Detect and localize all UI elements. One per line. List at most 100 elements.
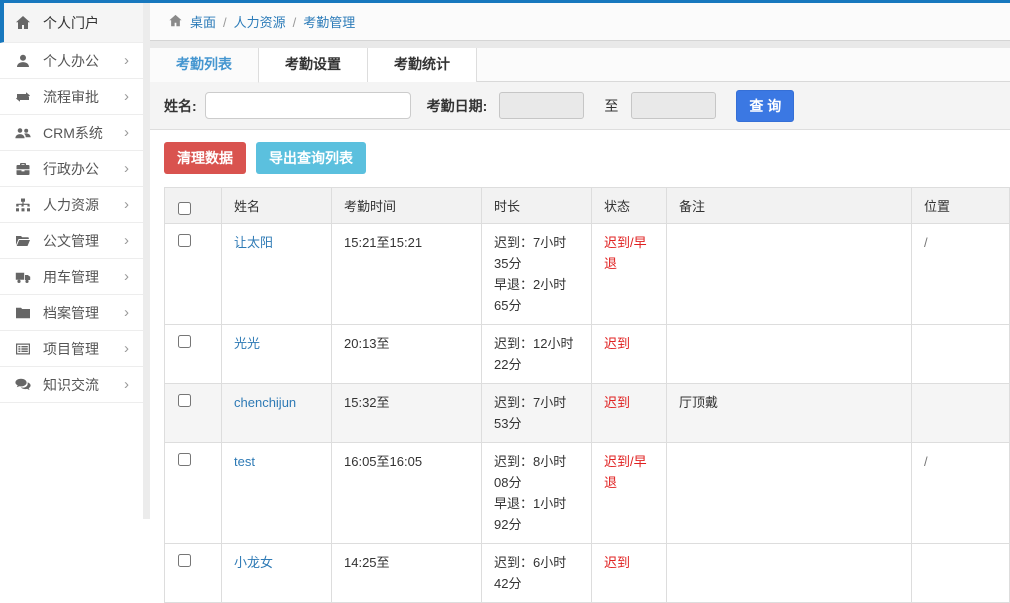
sidebar-item-users[interactable]: CRM系统 › (0, 115, 143, 151)
table-row: test 16:05至16:05 迟到：8小时08分早退：1小时92分 迟到/早… (165, 443, 1010, 544)
chevron-right-icon: › (124, 233, 129, 248)
tab-attendance-stats[interactable]: 考勤统计 (368, 48, 477, 82)
sidebar-item-label: 档案管理 (43, 303, 99, 323)
chevron-right-icon: › (124, 305, 129, 320)
table-header-row: 姓名 考勤时间 时长 状态 备注 位置 (165, 188, 1010, 224)
breadcrumb-link[interactable]: 人力资源 (234, 15, 286, 30)
col-time: 考勤时间 (332, 188, 482, 224)
attendance-time: 15:21至15:21 (332, 224, 482, 325)
sidebar-item-folder-open[interactable]: 公文管理 › (0, 223, 143, 259)
remark (667, 325, 912, 384)
duration-line: 早退：1小时92分 (494, 493, 579, 535)
employee-name-link[interactable]: 让太阳 (234, 235, 273, 250)
home-icon (168, 12, 190, 31)
duration: 迟到：12小时22分 (482, 325, 592, 384)
sidebar-scrollbar[interactable] (143, 3, 150, 519)
location: / (912, 224, 1010, 325)
col-duration: 时长 (482, 188, 592, 224)
tab-bar: 考勤列表考勤设置考勤统计 (150, 48, 1010, 82)
sidebar-item-home[interactable]: 个人门户 (0, 3, 143, 43)
sidebar-item-label: 个人门户 (43, 13, 99, 33)
sidebar-item-folder[interactable]: 档案管理 › (0, 295, 143, 331)
sidebar-item-label: 流程审批 (43, 87, 99, 107)
employee-name-link[interactable]: 光光 (234, 336, 260, 351)
employee-name-link[interactable]: 小龙女 (234, 555, 273, 570)
search-button[interactable]: 查 询 (736, 90, 794, 122)
duration-line: 迟到：12小时22分 (494, 333, 579, 375)
sidebar: 个人门户 个人办公 › 流程审批 › CRM系统 › 行政办公 › 人力资源 ›… (0, 3, 150, 519)
sidebar-item-retweet[interactable]: 流程审批 › (0, 79, 143, 115)
status-text: 迟到/早退 (604, 235, 647, 271)
table-row: 光光 20:13至 迟到：12小时22分 迟到 (165, 325, 1010, 384)
select-all-checkbox[interactable] (178, 202, 191, 215)
name-input[interactable] (205, 92, 411, 119)
date-to-separator: 至 (604, 96, 618, 116)
status-text: 迟到 (604, 336, 630, 351)
sidebar-item-label: 项目管理 (43, 339, 99, 359)
sidebar-item-label: 知识交流 (43, 375, 99, 395)
sidebar-item-truck[interactable]: 用车管理 › (0, 259, 143, 295)
main-area: 桌面 / 人力资源 / 考勤管理 考勤列表考勤设置考勤统计 姓名: 考勤日期: 至 查 … (150, 3, 1010, 519)
duration-line: 迟到：7小时35分 (494, 232, 579, 274)
list-icon (15, 341, 32, 357)
row-checkbox[interactable] (178, 554, 191, 567)
breadcrumb-separator: / (223, 15, 227, 30)
attendance-time: 14:25至 (332, 544, 482, 603)
sidebar-item-comments[interactable]: 知识交流 › (0, 367, 143, 403)
duration: 迟到：7小时53分 (482, 384, 592, 443)
date-to-input[interactable] (631, 92, 716, 119)
attendance-time: 20:13至 (332, 325, 482, 384)
table-row: chenchijun 15:32至 迟到：7小时53分 迟到 厅顶戴 (165, 384, 1010, 443)
breadcrumb-link[interactable]: 考勤管理 (303, 15, 355, 30)
employee-name-link[interactable]: chenchijun (234, 395, 296, 410)
briefcase-icon (15, 161, 32, 177)
chevron-right-icon: › (124, 161, 129, 176)
date-from-input[interactable] (499, 92, 584, 119)
duration-line: 迟到：6小时42分 (494, 552, 579, 594)
duration: 迟到：7小时35分早退：2小时65分 (482, 224, 592, 325)
sidebar-item-user[interactable]: 个人办公 › (0, 43, 143, 79)
sidebar-item-label: CRM系统 (43, 123, 103, 143)
row-checkbox[interactable] (178, 234, 191, 247)
row-checkbox[interactable] (178, 335, 191, 348)
col-status: 状态 (592, 188, 667, 224)
table-row: 小龙女 14:25至 迟到：6小时42分 迟到 (165, 544, 1010, 603)
retweet-icon (15, 89, 32, 105)
chevron-right-icon: › (124, 197, 129, 212)
comments-icon (15, 377, 32, 393)
sidebar-item-label: 个人办公 (43, 51, 99, 71)
folder-icon (15, 305, 32, 321)
row-checkbox[interactable] (178, 453, 191, 466)
sidebar-item-label: 行政办公 (43, 159, 99, 179)
sidebar-item-label: 用车管理 (43, 267, 99, 287)
attendance-time: 16:05至16:05 (332, 443, 482, 544)
row-checkbox[interactable] (178, 394, 191, 407)
status-text: 迟到 (604, 395, 630, 410)
truck-icon (15, 269, 32, 285)
status-text: 迟到/早退 (604, 454, 647, 490)
name-label: 姓名: (164, 96, 197, 116)
remark: 厅顶戴 (667, 384, 912, 443)
attendance-table: 姓名 考勤时间 时长 状态 备注 位置 让太阳 15:21至15:21 迟到：7… (164, 187, 1010, 603)
chevron-right-icon: › (124, 341, 129, 356)
sidebar-item-sitemap[interactable]: 人力资源 › (0, 187, 143, 223)
chevron-right-icon: › (124, 269, 129, 284)
sidebar-item-list[interactable]: 项目管理 › (0, 331, 143, 367)
status-text: 迟到 (604, 555, 630, 570)
attendance-table-wrap: 姓名 考勤时间 时长 状态 备注 位置 让太阳 15:21至15:21 迟到：7… (164, 187, 1010, 603)
breadcrumb: 桌面/人力资源/考勤管理 (150, 3, 1010, 41)
chevron-right-icon: › (124, 125, 129, 140)
sidebar-item-label: 人力资源 (43, 195, 99, 215)
breadcrumb-link[interactable]: 桌面 (190, 15, 216, 30)
tab-attendance-settings[interactable]: 考勤设置 (259, 48, 368, 82)
users-icon (15, 125, 32, 141)
sidebar-item-briefcase[interactable]: 行政办公 › (0, 151, 143, 187)
table-row: 让太阳 15:21至15:21 迟到：7小时35分早退：2小时65分 迟到/早退… (165, 224, 1010, 325)
duration: 迟到：6小时42分 (482, 544, 592, 603)
clear-data-button[interactable]: 清理数据 (164, 142, 246, 174)
employee-name-link[interactable]: test (234, 454, 255, 469)
attendance-date-label: 考勤日期: (427, 96, 488, 116)
export-list-button[interactable]: 导出查询列表 (256, 142, 366, 174)
col-location: 位置 (912, 188, 1010, 224)
tab-attendance-list[interactable]: 考勤列表 (150, 48, 259, 83)
